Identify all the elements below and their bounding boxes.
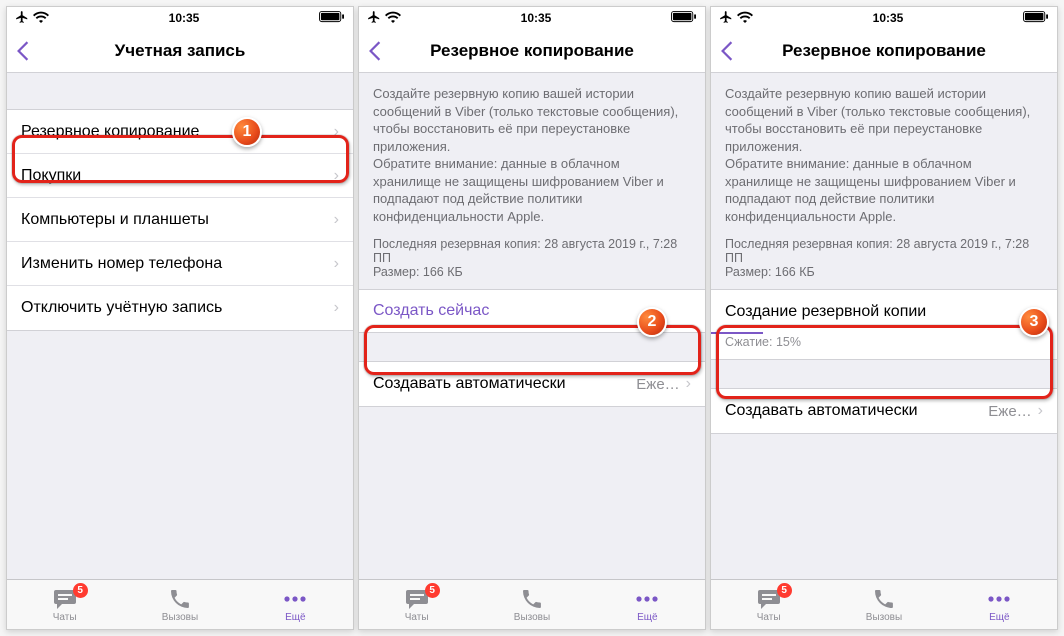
wifi-icon	[737, 11, 753, 26]
progress-bar	[711, 332, 763, 334]
nav-header: Резервное копирование	[359, 29, 705, 73]
row-label: Изменить номер телефона	[21, 255, 334, 273]
row-label: Создавать автоматически	[373, 375, 636, 393]
back-button[interactable]	[719, 29, 735, 72]
screenshot-backup: 10:35 Резервное копирование Создайте рез…	[358, 6, 706, 630]
chat-icon: 5	[404, 587, 430, 611]
phone-icon	[168, 587, 192, 611]
tab-label: Ещё	[989, 612, 1009, 623]
row-backup[interactable]: Резервное копирование ›	[7, 110, 353, 154]
chevron-right-icon: ›	[686, 375, 691, 393]
backup-meta: Последняя резервная копия: 28 августа 20…	[711, 231, 1057, 289]
tab-label: Вызовы	[514, 612, 550, 623]
tab-more[interactable]: Ещё	[942, 580, 1057, 629]
row-purchases[interactable]: Покупки ›	[7, 154, 353, 198]
tab-label: Чаты	[53, 612, 77, 623]
airplane-icon	[367, 10, 381, 27]
tab-more[interactable]: Ещё	[238, 580, 353, 629]
airplane-icon	[15, 10, 29, 27]
chat-icon: 5	[756, 587, 782, 611]
chevron-right-icon: ›	[1038, 402, 1043, 420]
backup-meta: Последняя резервная копия: 28 августа 20…	[359, 231, 705, 289]
row-disable-account[interactable]: Отключить учётную запись ›	[7, 286, 353, 330]
screenshot-account: 10:35 Учетная запись Резервное копирован…	[6, 6, 354, 630]
page-title: Резервное копирование	[782, 41, 986, 61]
tab-bar: 5 Чаты Вызовы Ещё	[7, 579, 353, 629]
action-label: Создать сейчас	[373, 302, 489, 320]
tab-bar: 5 Чаты Вызовы Ещё	[359, 579, 705, 629]
tab-calls[interactable]: Вызовы	[474, 580, 589, 629]
chevron-right-icon: ›	[334, 299, 339, 317]
info-text: Создайте резервную копию вашей истории с…	[359, 73, 705, 231]
nav-header: Резервное копирование	[711, 29, 1057, 73]
wifi-icon	[385, 11, 401, 26]
phone-icon	[520, 587, 544, 611]
battery-icon	[1023, 11, 1049, 26]
row-change-number[interactable]: Изменить номер телефона ›	[7, 242, 353, 286]
row-label: Отключить учётную запись	[21, 299, 334, 317]
unread-badge: 5	[777, 583, 792, 598]
chat-icon: 5	[52, 587, 78, 611]
tab-chats[interactable]: 5 Чаты	[711, 580, 826, 629]
back-button[interactable]	[15, 29, 31, 72]
nav-header: Учетная запись	[7, 29, 353, 73]
chevron-left-icon	[15, 40, 31, 62]
backup-in-progress-row: Создание резервной копии	[711, 289, 1057, 333]
info-text: Создайте резервную копию вашей истории с…	[711, 73, 1057, 231]
chevron-right-icon: ›	[334, 123, 339, 141]
progress-container: Сжатие: 15%	[711, 333, 1057, 360]
chevron-right-icon: ›	[334, 211, 339, 229]
chevron-right-icon: ›	[334, 167, 339, 185]
row-value: Еже…	[636, 376, 679, 393]
battery-icon	[671, 11, 697, 26]
chevron-right-icon: ›	[334, 255, 339, 273]
battery-icon	[319, 11, 345, 26]
wifi-icon	[33, 11, 49, 26]
row-value: Еже…	[988, 403, 1031, 420]
tab-label: Ещё	[637, 612, 657, 623]
status-bar: 10:35	[711, 7, 1057, 29]
unread-badge: 5	[425, 583, 440, 598]
tab-label: Ещё	[285, 612, 305, 623]
more-icon	[282, 587, 308, 611]
tab-label: Вызовы	[866, 612, 902, 623]
row-label: Покупки	[21, 167, 334, 185]
tab-chats[interactable]: 5 Чаты	[7, 580, 122, 629]
airplane-icon	[719, 10, 733, 27]
row-label: Компьютеры и планшеты	[21, 211, 334, 229]
status-bar: 10:35	[7, 7, 353, 29]
page-title: Учетная запись	[115, 41, 246, 61]
callout-badge: 1	[232, 117, 262, 147]
tab-chats[interactable]: 5 Чаты	[359, 580, 474, 629]
callout-badge: 2	[637, 307, 667, 337]
tab-calls[interactable]: Вызовы	[122, 580, 237, 629]
status-bar: 10:35	[359, 7, 705, 29]
row-label: Резервное копирование	[21, 123, 334, 141]
tab-label: Чаты	[757, 612, 781, 623]
tab-more[interactable]: Ещё	[590, 580, 705, 629]
row-auto-backup[interactable]: Создавать автоматически Еже… ›	[359, 362, 705, 406]
more-icon	[986, 587, 1012, 611]
screenshot-backup-progress: 10:35 Резервное копирование Создайте рез…	[710, 6, 1058, 630]
status-time: 10:35	[873, 11, 904, 25]
tab-bar: 5 Чаты Вызовы Ещё	[711, 579, 1057, 629]
row-auto-backup[interactable]: Создавать автоматически Еже… ›	[711, 389, 1057, 433]
more-icon	[634, 587, 660, 611]
unread-badge: 5	[73, 583, 88, 598]
chevron-left-icon	[719, 40, 735, 62]
back-button[interactable]	[367, 29, 383, 72]
row-label: Создавать автоматически	[725, 402, 988, 420]
row-computers[interactable]: Компьютеры и планшеты ›	[7, 198, 353, 242]
chevron-left-icon	[367, 40, 383, 62]
page-title: Резервное копирование	[430, 41, 634, 61]
status-time: 10:35	[169, 11, 200, 25]
phone-icon	[872, 587, 896, 611]
tab-calls[interactable]: Вызовы	[826, 580, 941, 629]
tab-label: Вызовы	[162, 612, 198, 623]
busy-label: Создание резервной копии	[725, 303, 926, 321]
status-time: 10:35	[521, 11, 552, 25]
callout-badge: 3	[1019, 307, 1049, 337]
tab-label: Чаты	[405, 612, 429, 623]
progress-label: Сжатие: 15%	[711, 333, 1057, 360]
